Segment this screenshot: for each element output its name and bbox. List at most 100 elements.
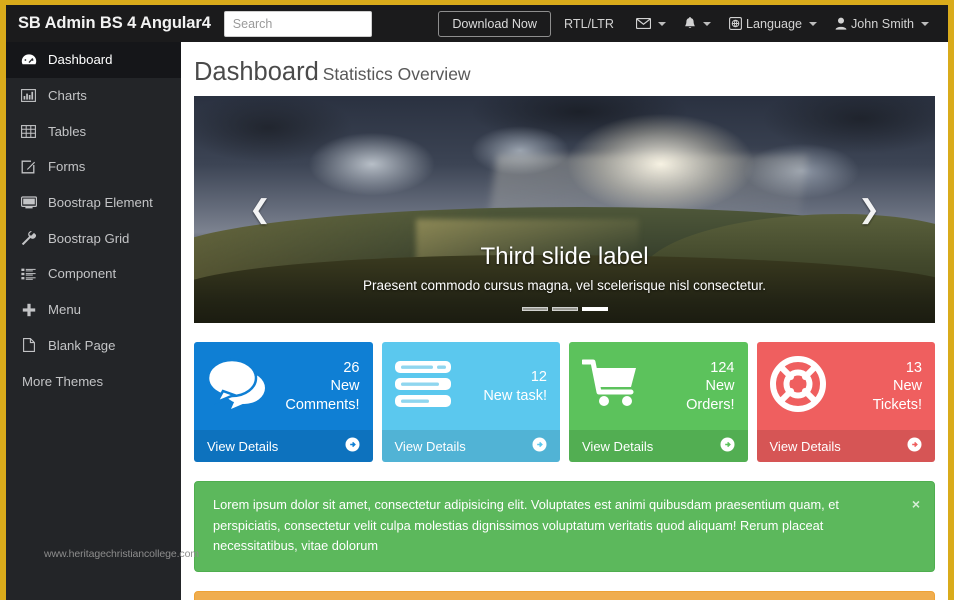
- wrench-icon: [20, 231, 37, 246]
- sidebar-item-more-themes[interactable]: More Themes: [6, 363, 181, 399]
- sidebar-item-tables[interactable]: Tables: [6, 113, 181, 149]
- list-icon: [20, 268, 37, 280]
- language-dropdown[interactable]: Language: [720, 5, 826, 42]
- life-ring-icon: [769, 356, 826, 417]
- sidebar-item-boostrap-grid[interactable]: Boostrap Grid: [6, 220, 181, 256]
- arrow-circle-right-icon: [907, 437, 922, 455]
- view-details-label: View Details: [394, 438, 466, 454]
- download-now-button[interactable]: Download Now: [438, 10, 552, 37]
- main-content: Dashboard Statistics Overview ❮ ❯ Third s…: [181, 42, 948, 600]
- alert-warning: × Lorem ipsum dolor sit amet, consectetu…: [194, 591, 935, 600]
- top-navbar: SB Admin BS 4 Angular4 Download Now RTL/…: [6, 5, 948, 42]
- sidebar: Dashboard Charts Tables Forms Boostrap E: [6, 42, 199, 600]
- stat-card-line2: Comments!: [285, 396, 360, 413]
- sidebar-item-boostrap-element[interactable]: Boostrap Element: [6, 185, 181, 221]
- file-icon: [20, 338, 37, 353]
- stat-card-line2: Tickets!: [872, 396, 922, 413]
- stat-card-line1: New: [330, 378, 360, 395]
- carousel-indicator-1[interactable]: [521, 307, 548, 311]
- close-icon[interactable]: ×: [912, 493, 920, 516]
- sidebar-item-menu[interactable]: Menu: [6, 292, 181, 328]
- stat-cards: 26 New Comments! View Details 12 New tas…: [194, 342, 935, 462]
- stat-card-line1: New task!: [483, 387, 547, 404]
- carousel-indicator-3[interactable]: [581, 307, 608, 311]
- tasks-icon: [394, 359, 455, 414]
- desktop-icon: [20, 196, 37, 209]
- language-label: Language: [745, 16, 802, 31]
- carousel-prev-button[interactable]: ❮: [240, 197, 280, 223]
- comments-icon: [206, 358, 269, 415]
- stat-card-footer[interactable]: View Details: [756, 430, 935, 462]
- page-title-text: Dashboard: [194, 58, 319, 86]
- notifications-dropdown[interactable]: [675, 5, 720, 42]
- stat-card-orders: 124 New Orders! View Details: [569, 342, 748, 462]
- sidebar-item-label: Tables: [48, 123, 87, 139]
- stat-card-line1: New: [892, 378, 922, 395]
- chevron-down-icon: [657, 21, 666, 26]
- sidebar-item-component[interactable]: Component: [6, 256, 181, 292]
- stat-card-count: 26: [343, 360, 360, 377]
- messages-dropdown[interactable]: [627, 5, 675, 42]
- stat-card-body: 13 New Tickets!: [757, 342, 936, 430]
- sidebar-item-label: Blank Page: [48, 337, 116, 353]
- user-menu[interactable]: John Smith: [826, 5, 938, 42]
- sidebar-item-forms[interactable]: Forms: [6, 149, 181, 185]
- shopping-cart-icon: [580, 358, 644, 415]
- user-icon: [835, 17, 847, 30]
- envelope-icon: [635, 18, 651, 29]
- view-details-label: View Details: [207, 438, 279, 454]
- page-subtitle-text: Statistics Overview: [322, 64, 471, 84]
- stat-card-line2: Orders!: [686, 396, 735, 413]
- sidebar-item-label: Menu: [48, 302, 81, 318]
- arrow-circle-right-icon: [720, 437, 735, 455]
- stat-card-count-block: 26 New Comments!: [285, 359, 359, 413]
- stat-card-comments: 26 New Comments! View Details: [194, 342, 373, 462]
- stat-card-body: 12 New task!: [382, 342, 561, 430]
- sidebar-item-label: Forms: [48, 159, 86, 175]
- sidebar-item-dashboard[interactable]: Dashboard: [6, 42, 181, 78]
- rtl-ltr-label: RTL/LTR: [564, 16, 614, 31]
- stat-card-body: 26 New Comments!: [194, 342, 373, 430]
- rtl-ltr-toggle[interactable]: RTL/LTR: [551, 5, 627, 42]
- view-details-label: View Details: [582, 438, 654, 454]
- stat-card-count-block: 13 New Tickets!: [873, 359, 922, 413]
- app-window: SB Admin BS 4 Angular4 Download Now RTL/…: [0, 0, 954, 600]
- stat-card-line1: New: [705, 378, 735, 395]
- sidebar-item-label: Charts: [48, 88, 87, 104]
- stat-card-count: 13: [905, 360, 922, 377]
- stat-card-footer[interactable]: View Details: [381, 430, 560, 462]
- carousel-next-button[interactable]: ❯: [849, 197, 889, 223]
- carousel-indicators: [194, 307, 935, 311]
- page-title: Dashboard Statistics Overview: [191, 42, 938, 96]
- stat-card-count: 12: [530, 369, 547, 386]
- carousel-caption: Third slide label Praesent commodo cursu…: [194, 243, 935, 293]
- sidebar-item-blank-page[interactable]: Blank Page: [6, 328, 181, 364]
- carousel-caption-title: Third slide label: [480, 243, 649, 270]
- stat-card-body: 124 New Orders!: [569, 342, 748, 430]
- arrow-circle-right-icon: [532, 437, 547, 455]
- stat-card-footer[interactable]: View Details: [569, 430, 748, 462]
- sidebar-item-label: Boostrap Element: [48, 195, 153, 211]
- carousel-caption-text: Praesent commodo cursus magna, vel scele…: [363, 278, 766, 293]
- table-icon: [20, 124, 37, 138]
- sidebar-item-label: Component: [48, 266, 117, 282]
- stat-card-footer[interactable]: View Details: [194, 430, 373, 462]
- carousel-indicator-2[interactable]: [551, 307, 578, 311]
- chevron-down-icon: [809, 21, 817, 26]
- alert-success: × Lorem ipsum dolor sit amet, consectetu…: [194, 481, 935, 573]
- stat-card-tickets: 13 New Tickets! View Details: [756, 342, 936, 462]
- sidebar-item-label: More Themes: [22, 373, 104, 389]
- stat-card-tasks: 12 New task! View Details: [381, 342, 561, 462]
- navbar-right: Download Now RTL/LTR Language John Smith: [438, 5, 938, 42]
- search-input[interactable]: [223, 10, 372, 37]
- arrow-circle-right-icon: [345, 437, 360, 455]
- user-name-label: John Smith: [851, 16, 914, 31]
- plus-icon: [20, 303, 37, 317]
- sidebar-item-charts[interactable]: Charts: [6, 78, 181, 114]
- sidebar-item-label: Dashboard: [48, 52, 113, 68]
- chevron-down-icon: [921, 21, 929, 26]
- watermark-text: www.heritagechristiancollege.com: [44, 548, 199, 560]
- stat-card-count-block: 12 New task!: [483, 368, 547, 404]
- app-brand[interactable]: SB Admin BS 4 Angular4: [18, 14, 211, 33]
- stat-card-count-block: 124 New Orders!: [686, 359, 734, 413]
